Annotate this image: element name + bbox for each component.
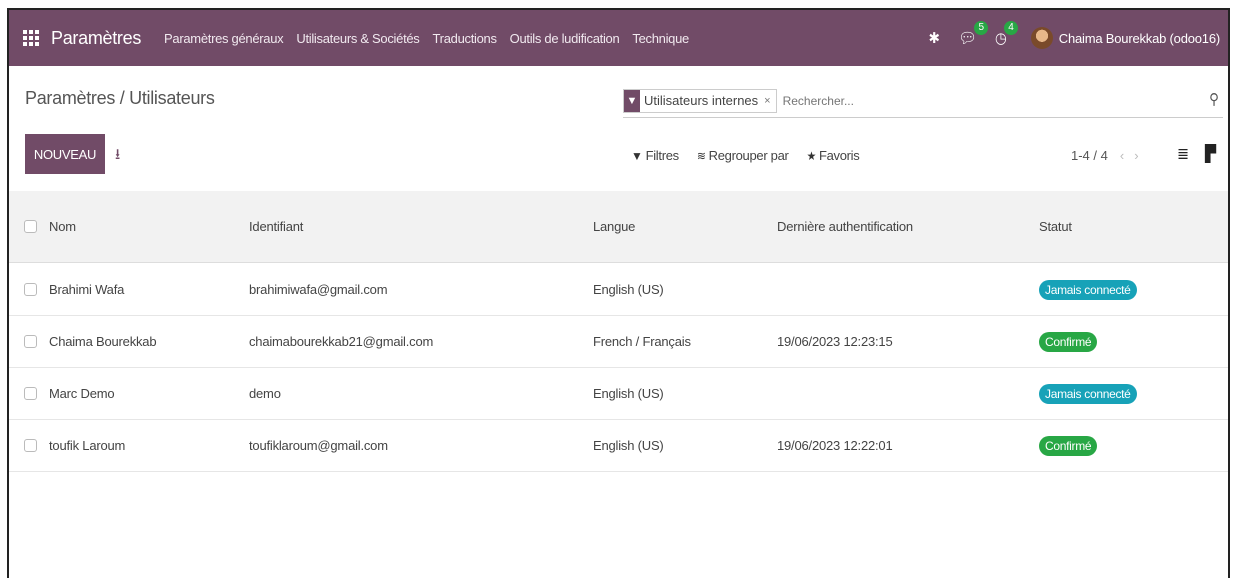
top-navbar: Paramètres Paramètres généraux Utilisate… xyxy=(9,10,1228,66)
filters-toggle[interactable]: ▼ Filtres xyxy=(631,148,679,163)
column-header-name[interactable]: Nom xyxy=(49,219,76,234)
row-checkbox[interactable] xyxy=(24,335,37,348)
chat-icon[interactable]: 💬︎ 5 xyxy=(958,21,988,47)
menu-item-gamification[interactable]: Outils de ludification xyxy=(510,31,620,46)
select-all-checkbox[interactable] xyxy=(24,220,37,233)
cell-language: English (US) xyxy=(593,386,664,401)
table-header: Nom Identifiant Langue Dernière authenti… xyxy=(9,191,1228,263)
chevron-right-icon[interactable]: › xyxy=(1134,148,1148,163)
column-header-status[interactable]: Statut xyxy=(1039,219,1072,234)
facet-close-icon[interactable]: × xyxy=(764,95,770,107)
menu-item-technical[interactable]: Technique xyxy=(632,31,689,46)
search-options: ▼ Filtres ≋ Regrouper par ★ Favoris xyxy=(631,148,877,163)
facet-label: Utilisateurs internes xyxy=(644,93,759,108)
pager-value[interactable]: 1-4 / 4 xyxy=(1071,148,1108,163)
group-by-toggle[interactable]: ≋ Regrouper par xyxy=(697,148,789,163)
search-icon[interactable]: ⚲ xyxy=(1209,90,1219,108)
menu-item-translations[interactable]: Traductions xyxy=(433,31,497,46)
status-badge: Jamais connecté xyxy=(1039,279,1137,300)
app-brand[interactable]: Paramètres xyxy=(51,28,141,49)
systray: ✱ 💬︎ 5 ◷ 4 Chaima Bourekkab (odoo16) xyxy=(911,10,1220,66)
table-row[interactable]: toufik Laroum toufiklaroum@gmail.com Eng… xyxy=(9,420,1228,472)
breadcrumb: Paramètres / Utilisateurs xyxy=(25,88,215,108)
activities-count-badge: 4 xyxy=(1004,21,1018,35)
row-checkbox[interactable] xyxy=(24,439,37,452)
cell-login: brahimiwafa@gmail.com xyxy=(249,282,388,297)
cell-login: chaimabourekkab21@gmail.com xyxy=(249,334,434,349)
app-window: Paramètres Paramètres généraux Utilisate… xyxy=(7,8,1230,578)
cell-name: Brahimi Wafa xyxy=(49,282,125,297)
cell-name: toufik Laroum xyxy=(49,438,126,453)
row-checkbox[interactable] xyxy=(24,283,37,296)
kanban-view-icon[interactable]: ▛ xyxy=(1205,144,1216,164)
star-icon: ★ xyxy=(806,148,817,163)
group-by-label: Regrouper par xyxy=(708,148,789,163)
search-facet[interactable]: ▼ Utilisateurs internes × xyxy=(623,88,777,113)
status-badge: Confirmé xyxy=(1039,435,1098,456)
table-row[interactable]: Marc Demo demo English (US) Jamais conne… xyxy=(9,368,1228,420)
status-badge: Jamais connecté xyxy=(1039,383,1137,404)
column-header-language[interactable]: Langue xyxy=(593,219,635,234)
table-row[interactable]: Chaima Bourekkab chaimabourekkab21@gmail… xyxy=(9,316,1228,368)
apps-grid-icon[interactable] xyxy=(23,30,39,46)
cell-last-auth: 19/06/2023 12:22:01 xyxy=(777,438,893,453)
column-header-last-auth[interactable]: Dernière authentification xyxy=(777,219,913,234)
messages-count-badge: 5 xyxy=(974,21,988,35)
clock-icon[interactable]: ◷ 4 xyxy=(995,21,1018,47)
cell-login: toufiklaroum@gmail.com xyxy=(249,438,388,453)
status-badge: Confirmé xyxy=(1039,331,1098,352)
list-view-icon[interactable]: ≣ xyxy=(1177,144,1189,164)
layers-icon: ≋ xyxy=(696,148,706,163)
favorites-label: Favoris xyxy=(818,148,860,163)
cell-last-auth: 19/06/2023 12:23:15 xyxy=(777,334,893,349)
bug-icon[interactable]: ✱ xyxy=(929,29,940,47)
row-checkbox[interactable] xyxy=(24,387,37,400)
table-row[interactable]: Brahimi Wafa brahimiwafa@gmail.com Engli… xyxy=(9,264,1228,316)
cell-language: French / Français xyxy=(593,334,691,349)
chevron-left-icon[interactable]: ‹ xyxy=(1120,148,1134,163)
cell-login: demo xyxy=(249,386,281,401)
filter-icon: ▼ xyxy=(631,148,643,163)
avatar[interactable] xyxy=(1030,27,1053,49)
filters-label: Filtres xyxy=(645,148,680,163)
cell-name: Chaima Bourekkab xyxy=(49,334,157,349)
cell-language: English (US) xyxy=(593,438,664,453)
menu-item-general-settings[interactable]: Paramètres généraux xyxy=(164,31,284,46)
new-button[interactable]: NOUVEAU xyxy=(25,134,105,174)
pager: 1-4 / 4 ‹› xyxy=(1071,148,1149,163)
column-header-login[interactable]: Identifiant xyxy=(249,219,303,234)
download-icon[interactable]: ⭳ xyxy=(115,144,120,169)
main-menu: Paramètres généraux Utilisateurs & Socié… xyxy=(151,31,689,46)
user-menu-name[interactable]: Chaima Bourekkab (odoo16) xyxy=(1059,31,1220,46)
filter-icon: ▼ xyxy=(624,89,640,112)
search-bar: ▼ Utilisateurs internes × ⚲ xyxy=(623,84,1223,118)
search-input[interactable] xyxy=(782,93,1163,108)
menu-item-users-companies[interactable]: Utilisateurs & Sociétés xyxy=(296,31,419,46)
favorites-toggle[interactable]: ★ Favoris xyxy=(807,148,860,163)
cell-name: Marc Demo xyxy=(49,386,115,401)
cell-language: English (US) xyxy=(593,282,664,297)
